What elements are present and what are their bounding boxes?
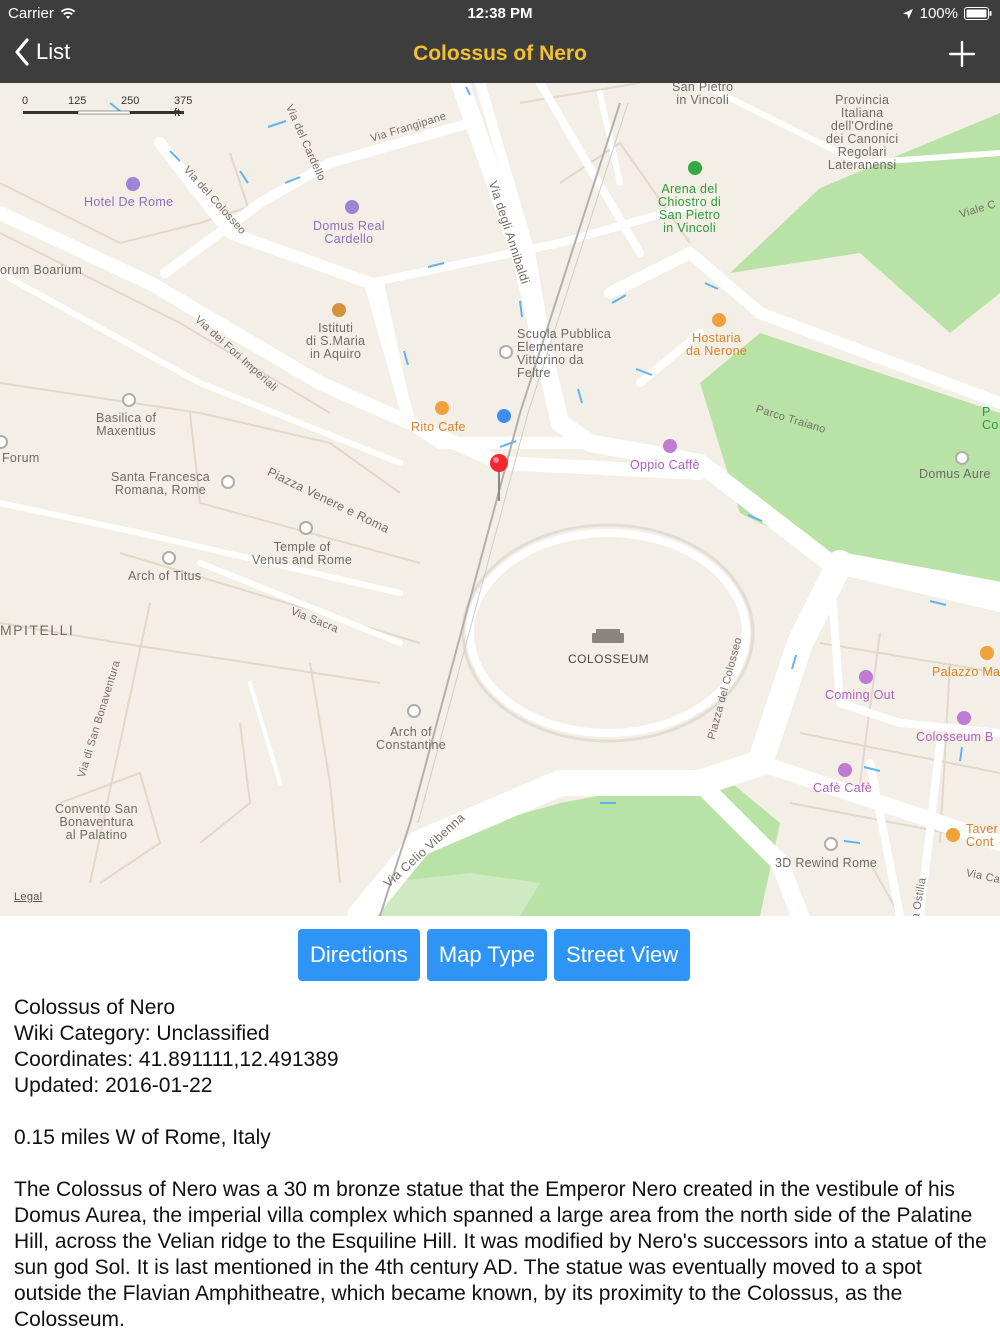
map-label-hostaria[interactable]: Hostaria da Nerone bbox=[686, 332, 747, 358]
map-label-basilica[interactable]: Basilica of Maxentius bbox=[96, 412, 156, 438]
map-label-oppio[interactable]: Oppio Caffè bbox=[630, 459, 700, 472]
scale-0: 0 bbox=[22, 95, 29, 107]
hotel-icon[interactable] bbox=[126, 177, 140, 191]
description: The Colossus of Nero was a 30 m bronze s… bbox=[14, 1178, 987, 1331]
map-label-scuola[interactable]: Scuola Pubblica Elementare Vittorino da … bbox=[517, 328, 611, 380]
map-label-arch-titus[interactable]: Arch of Titus bbox=[128, 570, 201, 583]
navigation-bar: List Colossus of Nero bbox=[0, 28, 1000, 83]
landmark-icon[interactable] bbox=[122, 393, 136, 407]
school-icon[interactable] bbox=[332, 303, 346, 317]
map-label-coming-out[interactable]: Coming Out bbox=[825, 689, 895, 702]
scale-375: 375 ft bbox=[174, 95, 193, 119]
landmark-icon[interactable] bbox=[221, 475, 235, 489]
street-view-button[interactable]: Street View bbox=[554, 929, 691, 981]
metro-icon[interactable] bbox=[497, 409, 511, 423]
bar-icon[interactable] bbox=[663, 439, 677, 453]
map-label-park[interactable]: P Co bbox=[982, 406, 999, 432]
map-label-forum-boarium[interactable]: orum Boarium bbox=[0, 264, 82, 277]
landmark-icon[interactable] bbox=[162, 551, 176, 565]
restaurant-icon[interactable] bbox=[946, 828, 960, 842]
restaurant-icon[interactable] bbox=[712, 313, 726, 327]
landmark-icon[interactable] bbox=[824, 837, 838, 851]
restaurant-icon[interactable] bbox=[980, 646, 994, 660]
landmark-icon[interactable] bbox=[499, 345, 513, 359]
map-label-domus-aurea[interactable]: Domus Aure bbox=[919, 468, 991, 481]
landmark-icon[interactable] bbox=[407, 704, 421, 718]
map-label-san-pietro[interactable]: San Pietro in Vincoli bbox=[672, 83, 733, 107]
chevron-left-icon bbox=[15, 38, 29, 66]
location-arrow-icon bbox=[902, 8, 913, 19]
theatre-icon[interactable] bbox=[688, 161, 702, 175]
map-label-forum[interactable]: Forum bbox=[2, 452, 40, 465]
map-label-colosseum[interactable]: COLOSSEUM bbox=[568, 653, 649, 666]
bar-icon[interactable] bbox=[859, 670, 873, 684]
page-title: Colossus of Nero bbox=[413, 42, 587, 65]
map-label-provincia[interactable]: Provincia Italiana dell'Ordine dei Canon… bbox=[826, 94, 898, 172]
directions-button[interactable]: Directions bbox=[298, 929, 420, 981]
legal-link[interactable]: Legal bbox=[14, 891, 42, 904]
add-icon[interactable] bbox=[946, 38, 978, 70]
status-right: 100% bbox=[902, 5, 992, 22]
scale-250: 250 bbox=[121, 95, 140, 107]
map-label-taverna[interactable]: Taver Cont bbox=[966, 823, 998, 849]
map-label-hotel-de-rome[interactable]: Hotel De Rome bbox=[84, 196, 173, 209]
map-label-convento[interactable]: Convento San Bonaventura al Palatino bbox=[55, 803, 138, 842]
battery-percent: 100% bbox=[919, 5, 958, 22]
info-panel: Colossus of Nero Wiki Category: Unclassi… bbox=[14, 995, 994, 1333]
back-label: List bbox=[36, 39, 71, 64]
map-label-palazzo[interactable]: Palazzo Ma bbox=[932, 666, 1000, 679]
status-time: 12:38 PM bbox=[467, 5, 533, 22]
scale-125: 125 bbox=[68, 95, 87, 107]
map-label-campitelli: MPITELLI bbox=[0, 622, 75, 638]
map-label-rito-cafe[interactable]: Rito Cafe bbox=[411, 421, 466, 434]
hotel-icon[interactable] bbox=[345, 200, 359, 214]
map-type-button[interactable]: Map Type bbox=[426, 929, 548, 981]
landmark-icon[interactable] bbox=[955, 451, 969, 465]
landmark-icon[interactable] bbox=[299, 521, 313, 535]
map-label-arch-constantine[interactable]: Arch of Constantine bbox=[376, 726, 446, 752]
map-label-colosseum-bar[interactable]: Colosseum B bbox=[916, 731, 994, 744]
wiki-category: Wiki Category: Unclassified bbox=[14, 1022, 270, 1045]
place-name: Colossus of Nero bbox=[14, 996, 176, 1019]
map-label-temple[interactable]: Temple of Venus and Rome bbox=[252, 541, 352, 567]
updated-date: Updated: 2016-01-22 bbox=[14, 1074, 213, 1097]
map-label-santa-francesca[interactable]: Santa Francesca Romana, Rome bbox=[111, 471, 210, 497]
battery-icon bbox=[964, 7, 992, 20]
action-buttons: Directions Map Type Street View bbox=[298, 929, 691, 981]
map-label-istituti[interactable]: Istituti di S.Maria in Aquiro bbox=[306, 322, 365, 361]
back-button[interactable]: List bbox=[14, 38, 70, 66]
status-bar: Carrier 12:38 PM 100% bbox=[0, 0, 1000, 28]
map-label-rewind[interactable]: 3D Rewind Rome bbox=[775, 857, 877, 870]
distance: 0.15 miles W of Rome, Italy bbox=[14, 1126, 271, 1149]
coordinates: Coordinates: 41.891111,12.491389 bbox=[14, 1048, 339, 1071]
map-label-domus-real[interactable]: Domus Real Cardello bbox=[313, 220, 385, 246]
map-label-arena[interactable]: Arena del Chiostro di San Pietro in Vinc… bbox=[658, 183, 721, 235]
map-label-cafe-cafe[interactable]: Cafè Cafè bbox=[813, 782, 872, 795]
bar-icon[interactable] bbox=[957, 711, 971, 725]
map-view[interactable]: 0 125 250 375 ft Hotel De Rome Domus Rea… bbox=[0, 83, 1000, 916]
bar-icon[interactable] bbox=[838, 763, 852, 777]
cafe-icon[interactable] bbox=[435, 401, 449, 415]
